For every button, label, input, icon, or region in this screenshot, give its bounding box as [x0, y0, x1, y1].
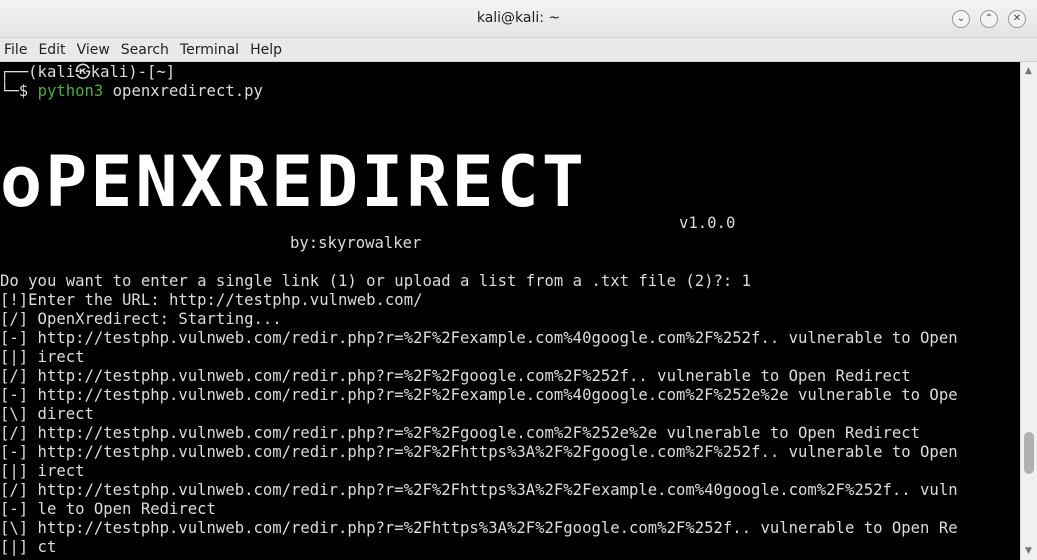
output-line: [-] http://testphp.vulnweb.com/redir.php… [0, 329, 958, 347]
output-line: [\] direct [0, 405, 94, 423]
menu-file[interactable]: File [4, 42, 27, 58]
output-line: [/] http://testphp.vulnweb.com/redir.php… [0, 424, 921, 442]
window-title: kali@kali: ~ [476, 10, 561, 26]
menu-bar: File Edit View Search Terminal Help [0, 38, 1037, 62]
ascii-banner: oPENXREDIRECT [0, 141, 587, 223]
close-icon: ✕ [1012, 13, 1022, 24]
output-line: Do you want to enter a single link (1) o… [0, 272, 752, 290]
prompt-symbol: └─$ [0, 82, 38, 100]
menu-help[interactable]: Help [250, 42, 282, 58]
scroll-down-icon[interactable]: ▼ [1025, 546, 1032, 556]
menu-search[interactable]: Search [121, 42, 169, 58]
scrollbar-thumb[interactable] [1024, 432, 1034, 474]
command-name: python3 [37, 82, 104, 100]
menu-view[interactable]: View [77, 42, 110, 58]
menu-terminal[interactable]: Terminal [180, 42, 239, 58]
window-titlebar: kali@kali: ~ ⌄ ⌃ ✕ [0, 0, 1037, 38]
scroll-up-icon[interactable]: ▲ [1025, 66, 1032, 76]
terminal-output[interactable]: ┌──(kali㉿kali)-[~] └─$ python3 openxredi… [0, 62, 1020, 560]
output-line: [/] http://testphp.vulnweb.com/redir.php… [0, 367, 911, 385]
output-line: [|] ct [0, 538, 57, 556]
output-line: [|] irect [0, 462, 85, 480]
prompt-line-1: ┌──(kali㉿kali)-[~] [0, 63, 176, 81]
banner-author: by:skyrowalker [290, 234, 422, 252]
output-line: [!]Enter the URL: http://testphp.vulnweb… [0, 291, 423, 309]
output-line: [-] le to Open Redirect [0, 500, 216, 518]
prompt-line-2: └─$ python3 openxredirect.py [0, 82, 263, 101]
command-args: openxredirect.py [103, 82, 263, 100]
output-line: [-] http://testphp.vulnweb.com/redir.php… [0, 443, 958, 461]
close-button[interactable]: ✕ [1008, 10, 1026, 28]
output-line: [-] http://testphp.vulnweb.com/redir.php… [0, 386, 958, 404]
banner-version: v1.0.0 [679, 214, 736, 232]
menu-edit[interactable]: Edit [38, 42, 65, 58]
terminal-scrollbar[interactable]: ▲ ▼ [1020, 62, 1037, 560]
chevron-down-icon: ⌄ [956, 13, 966, 24]
chevron-up-icon: ⌃ [984, 13, 994, 24]
output-line: [/] http://testphp.vulnweb.com/redir.php… [0, 481, 958, 499]
output-line: [|] irect [0, 348, 85, 366]
output-line: [\] http://testphp.vulnweb.com/redir.php… [0, 519, 958, 537]
maximize-button[interactable]: ⌃ [980, 10, 998, 28]
minimize-button[interactable]: ⌄ [952, 10, 970, 28]
output-line: [/] OpenXredirect: Starting... [0, 310, 282, 328]
